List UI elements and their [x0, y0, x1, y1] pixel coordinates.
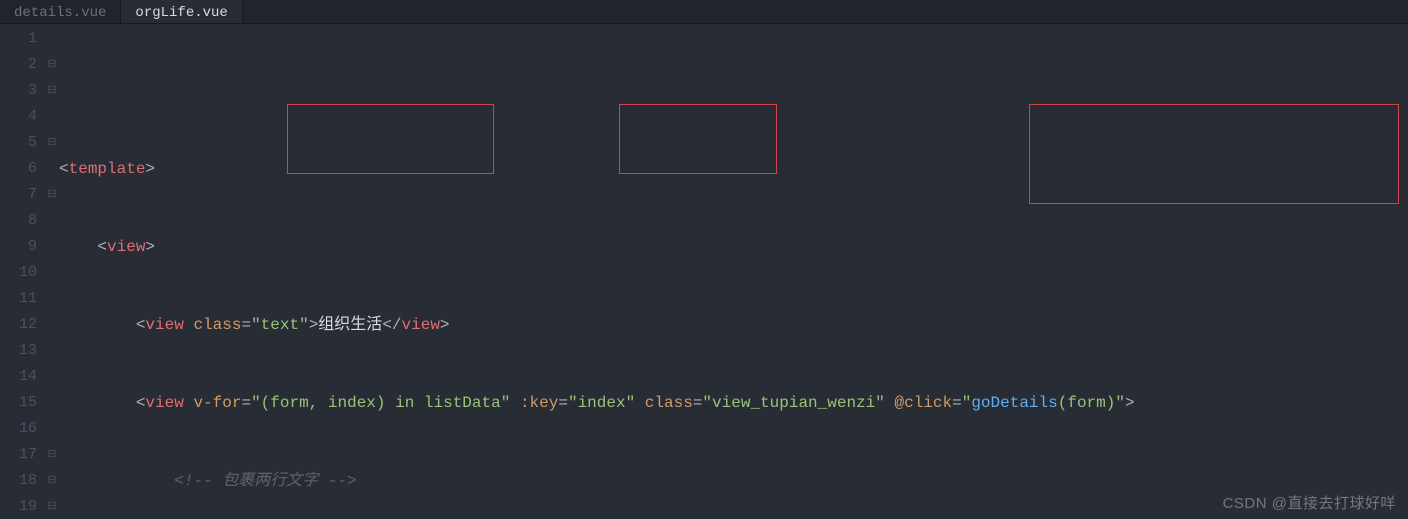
fold-marker[interactable]: [45, 104, 59, 130]
fold-marker[interactable]: ⊟: [45, 130, 59, 156]
editor: 1 2 3 4 5 6 7 8 9 10 11 12 13 14 15 16 1…: [0, 24, 1408, 519]
fold-marker[interactable]: [45, 312, 59, 338]
line-number: 11: [0, 286, 37, 312]
line-number: 15: [0, 390, 37, 416]
line-number: 10: [0, 260, 37, 286]
code-line: <view v-for="(form, index) in listData" …: [59, 390, 1408, 416]
code-line: [59, 78, 1408, 104]
code-line: <view class="text">组织生活</view>: [59, 312, 1408, 338]
tab-orglife[interactable]: orgLife.vue: [121, 0, 242, 23]
line-number: 4: [0, 104, 37, 130]
line-number: 19: [0, 494, 37, 519]
code-line: <!-- 包裹两行文字 -->: [59, 468, 1408, 494]
fold-marker[interactable]: [45, 390, 59, 416]
line-number: 9: [0, 234, 37, 260]
line-number: 18: [0, 468, 37, 494]
fold-marker[interactable]: ⊟: [45, 52, 59, 78]
fold-gutter: ⊟ ⊟ ⊟ ⊟ ⊟ ⊟ ⊟: [45, 24, 59, 519]
line-number: 8: [0, 208, 37, 234]
code-line: <view>: [59, 234, 1408, 260]
line-number: 17: [0, 442, 37, 468]
fold-marker[interactable]: ⊟: [45, 468, 59, 494]
line-number: 14: [0, 364, 37, 390]
tab-bar: details.vue orgLife.vue: [0, 0, 1408, 24]
fold-marker[interactable]: ⊟: [45, 494, 59, 519]
tab-details[interactable]: details.vue: [0, 0, 121, 23]
fold-marker[interactable]: [45, 234, 59, 260]
line-number: 2: [0, 52, 37, 78]
line-number: 12: [0, 312, 37, 338]
line-number: 13: [0, 338, 37, 364]
fold-marker[interactable]: ⊟: [45, 182, 59, 208]
line-number: 6: [0, 156, 37, 182]
line-number-gutter: 1 2 3 4 5 6 7 8 9 10 11 12 13 14 15 16 1…: [0, 24, 45, 519]
highlight-box: [1029, 104, 1399, 204]
line-number: 7: [0, 182, 37, 208]
fold-marker[interactable]: [45, 156, 59, 182]
fold-marker[interactable]: [45, 286, 59, 312]
line-number: 3: [0, 78, 37, 104]
fold-marker[interactable]: ⊟: [45, 442, 59, 468]
line-number: 16: [0, 416, 37, 442]
line-number: 5: [0, 130, 37, 156]
fold-marker[interactable]: [45, 26, 59, 52]
fold-marker[interactable]: [45, 338, 59, 364]
fold-marker[interactable]: [45, 260, 59, 286]
watermark: CSDN @直接去打球好咩: [1223, 492, 1396, 513]
fold-marker[interactable]: [45, 416, 59, 442]
line-number: 1: [0, 26, 37, 52]
code-line: <template>: [59, 156, 1408, 182]
fold-marker[interactable]: ⊟: [45, 78, 59, 104]
code-area[interactable]: <template> <view> <view class="text">组织生…: [59, 24, 1408, 519]
fold-marker[interactable]: [45, 364, 59, 390]
fold-marker[interactable]: [45, 208, 59, 234]
